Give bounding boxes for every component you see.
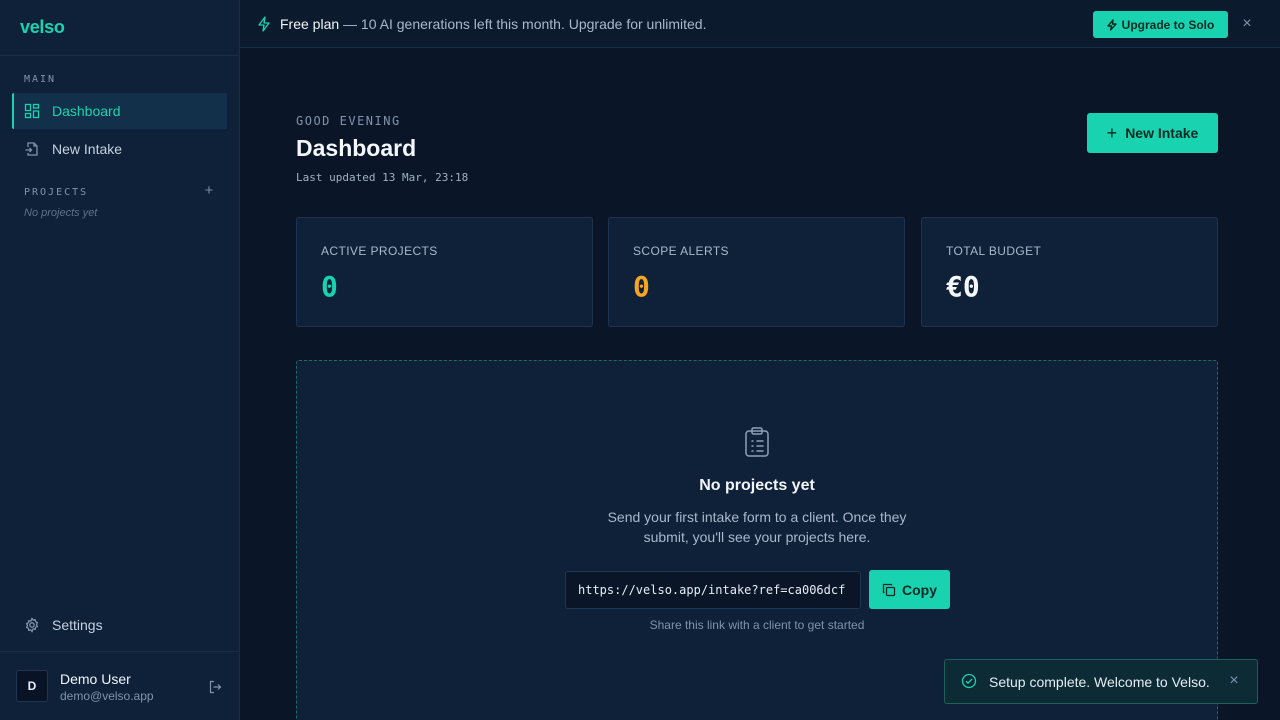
projects-section-label: PROJECTS: [24, 187, 89, 198]
plan-name: Free plan: [280, 16, 340, 32]
logout-icon[interactable]: [208, 680, 222, 694]
plus-icon: +: [1106, 123, 1118, 143]
check-circle-icon: [961, 673, 977, 689]
share-hint: Share this link with a client to get sta…: [649, 618, 865, 632]
close-icon[interactable]: ×: [1227, 673, 1241, 689]
copy-button[interactable]: Copy: [869, 570, 950, 609]
app-logo[interactable]: velso: [0, 0, 239, 56]
stat-value: 0: [321, 270, 338, 303]
stat-value: 0: [633, 270, 650, 303]
plan-usage-text: — 10 AI generations left this month. Upg…: [339, 16, 707, 32]
close-icon[interactable]: ×: [1240, 16, 1254, 32]
empty-state-title: No projects yet: [699, 477, 815, 494]
sidebar: velso MAIN Dashboard New Intake PROJECTS…: [0, 0, 240, 720]
stat-label: SCOPE ALERTS: [633, 244, 729, 258]
user-email: demo@velso.app: [60, 689, 154, 703]
stat-card-active-projects: ACTIVE PROJECTS 0: [296, 217, 593, 327]
intake-link-field[interactable]: https://velso.app/intake?ref=ca006dcf: [565, 571, 861, 609]
stat-label: TOTAL BUDGET: [946, 244, 1042, 258]
new-intake-label: New Intake: [1125, 125, 1199, 141]
stat-card-scope-alerts: SCOPE ALERTS 0: [608, 217, 905, 327]
stat-label: ACTIVE PROJECTS: [321, 244, 438, 258]
sidebar-item-label: New Intake: [52, 141, 123, 157]
upgrade-button[interactable]: Upgrade to Solo: [1093, 11, 1228, 38]
upgrade-label: Upgrade to Solo: [1121, 17, 1215, 32]
empty-state-description: Send your first intake form to a client.…: [607, 509, 907, 545]
gear-icon: [24, 617, 40, 633]
sidebar-item-settings[interactable]: Settings: [12, 607, 227, 643]
sidebar-item-label: Dashboard: [52, 103, 121, 119]
add-project-button[interactable]: +: [202, 183, 216, 199]
stat-value: €0: [946, 270, 980, 303]
user-name: Demo User: [60, 671, 131, 687]
lightning-icon: [257, 16, 271, 32]
last-updated: Last updated 13 Mar, 23:18: [296, 171, 469, 184]
page-title: Dashboard: [296, 135, 417, 161]
sidebar-item-dashboard[interactable]: Dashboard: [12, 93, 227, 129]
lightning-icon: [1106, 18, 1117, 31]
main-section-label: MAIN: [24, 74, 57, 85]
sidebar-item-label: Settings: [52, 617, 103, 633]
stat-card-total-budget: TOTAL BUDGET €0: [921, 217, 1218, 327]
banner-message: Free plan — 10 AI generations left this …: [280, 16, 706, 32]
toast-notification: Setup complete. Welcome to Velso. ×: [944, 659, 1258, 704]
file-import-icon: [24, 141, 40, 157]
plan-banner: Free plan — 10 AI generations left this …: [240, 0, 1280, 48]
copy-label: Copy: [902, 581, 937, 598]
clipboard-list-icon: [742, 426, 772, 458]
greeting: GOOD EVENING: [296, 114, 401, 128]
dashboard-icon: [24, 103, 40, 119]
toast-message: Setup complete. Welcome to Velso.: [989, 674, 1210, 690]
copy-icon: [882, 583, 896, 597]
new-intake-button[interactable]: + New Intake: [1087, 113, 1218, 153]
sidebar-item-new-intake[interactable]: New Intake: [12, 131, 227, 167]
avatar[interactable]: D: [16, 670, 48, 702]
sidebar-empty-projects: No projects yet: [24, 207, 98, 219]
user-profile: D Demo User demo@velso.app: [0, 651, 239, 720]
